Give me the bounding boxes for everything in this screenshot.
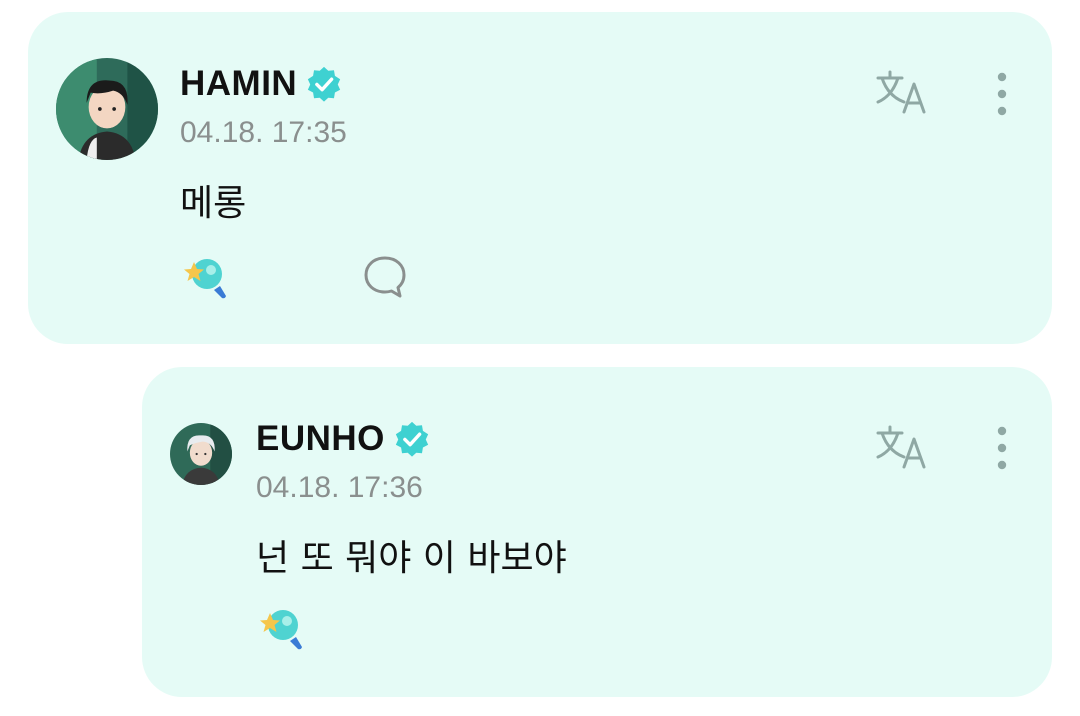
reaction-icon[interactable] — [256, 603, 308, 651]
verified-badge-icon — [305, 65, 343, 103]
avatar[interactable] — [170, 423, 232, 485]
timestamp: 04.18. 17:36 — [256, 471, 423, 504]
post-text: 메롱 — [180, 183, 247, 224]
more-vertical-icon[interactable] — [990, 70, 1014, 118]
translate-icon[interactable] — [874, 423, 930, 471]
comment-icon[interactable] — [362, 254, 408, 300]
reply-text: 넌 또 뭐야 이 바보야 — [256, 538, 567, 579]
verified-badge-icon — [393, 420, 431, 458]
reaction-icon[interactable] — [180, 252, 232, 300]
post-card[interactable]: HAMIN 04.18. 17:35 메롱 — [28, 12, 1052, 344]
author-row: EUNHO — [256, 419, 431, 459]
author-row: HAMIN — [180, 64, 343, 104]
avatar[interactable] — [56, 58, 158, 160]
timestamp: 04.18. 17:35 — [180, 116, 347, 149]
translate-icon[interactable] — [874, 68, 930, 116]
reply-card[interactable]: EUNHO 04.18. 17:36 넌 또 뭐야 이 바보야 — [142, 367, 1052, 697]
more-vertical-icon[interactable] — [990, 424, 1014, 472]
author-name[interactable]: HAMIN — [180, 64, 297, 104]
author-name[interactable]: EUNHO — [256, 419, 385, 459]
